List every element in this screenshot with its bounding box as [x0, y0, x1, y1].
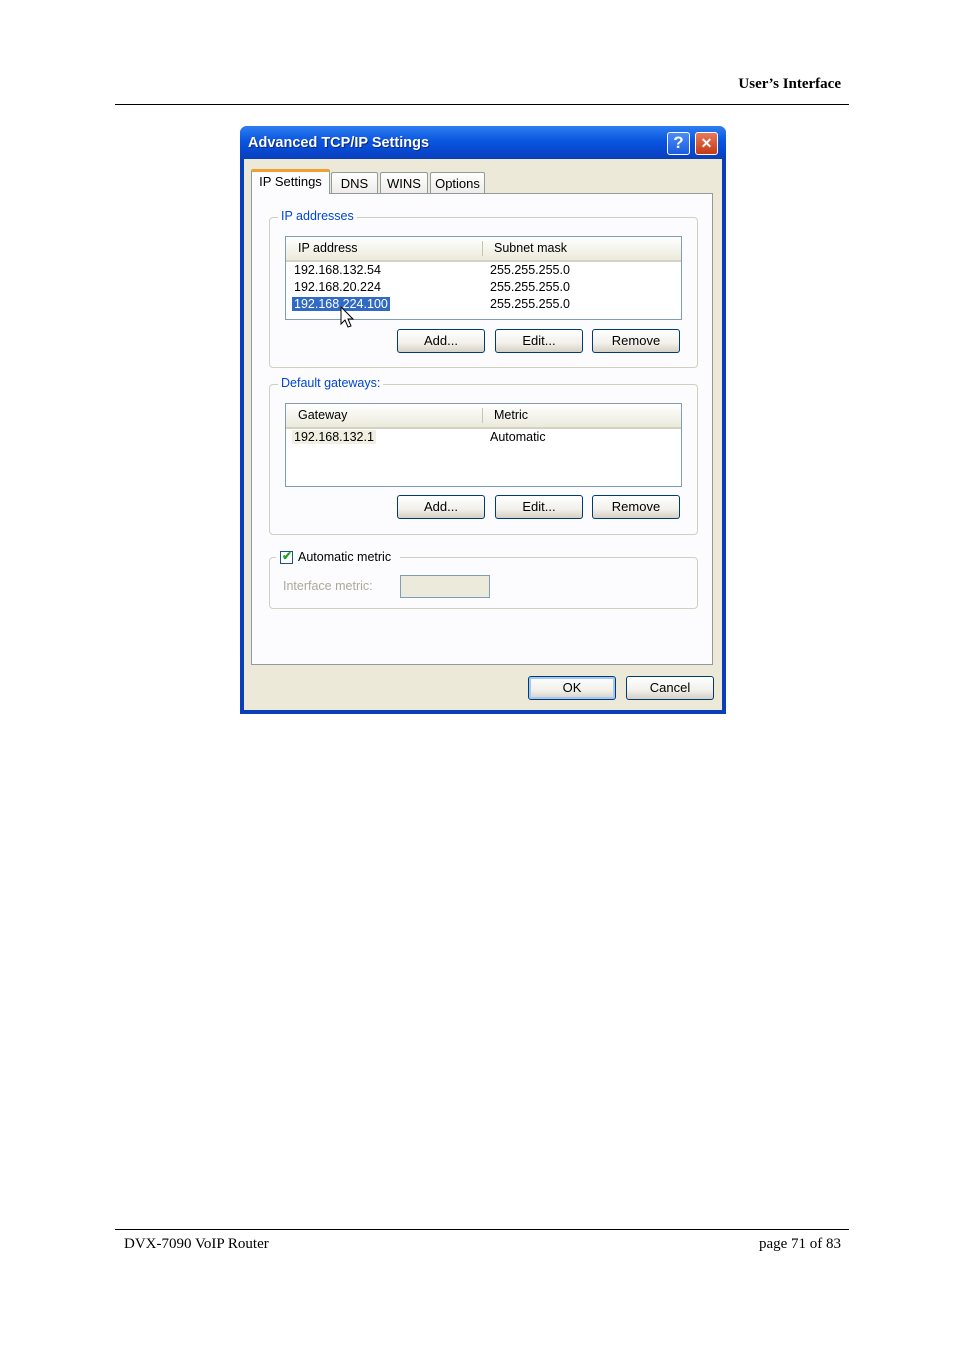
ip-row-2-mask[interactable]: 255.255.255.0 — [490, 280, 570, 294]
gateway-row-1-gateway[interactable]: 192.168.132.1 — [292, 430, 376, 444]
gateway-list-header: Gateway Metric — [286, 404, 681, 429]
column-metric[interactable]: Metric — [494, 408, 528, 422]
ip-add-button[interactable]: Add... — [397, 329, 485, 353]
ok-button[interactable]: OK — [528, 676, 616, 700]
column-subnet-mask[interactable]: Subnet mask — [494, 241, 567, 255]
column-divider[interactable] — [482, 241, 483, 256]
gateway-row-1-metric[interactable]: Automatic — [490, 430, 546, 444]
title-bar[interactable]: Advanced TCP/IP Settings ? ✕ — [240, 126, 726, 159]
interface-metric-label: Interface metric: — [283, 579, 373, 593]
tab-label: WINS — [387, 176, 421, 191]
ip-row-2-ip[interactable]: 192.168.20.224 — [294, 280, 381, 294]
interface-metric-field[interactable] — [400, 575, 490, 598]
footer-page-number: page 71 of 83 — [758, 1236, 841, 1252]
tab-dns[interactable]: DNS — [331, 172, 378, 194]
ip-row-1-ip[interactable]: 192.168.132.54 — [294, 263, 381, 277]
tab-options[interactable]: Options — [430, 172, 485, 194]
close-button[interactable]: ✕ — [695, 132, 718, 155]
tab-ip-settings[interactable]: IP Settings — [251, 169, 330, 194]
cancel-button[interactable]: Cancel — [626, 676, 714, 700]
help-button[interactable]: ? — [667, 132, 690, 155]
automatic-metric-label[interactable]: Automatic metric — [298, 550, 391, 564]
column-ip-address[interactable]: IP address — [298, 241, 358, 255]
checkmark-icon: ✔ — [282, 549, 293, 563]
page-header-title: User’s Interface — [738, 76, 841, 92]
ip-remove-button[interactable]: Remove — [592, 329, 680, 353]
column-gateway[interactable]: Gateway — [298, 408, 347, 422]
help-icon: ? — [673, 133, 684, 152]
ip-row-3-mask[interactable]: 255.255.255.0 — [490, 297, 570, 311]
gateway-list[interactable]: Gateway Metric 192.168.132.1 Automatic — [285, 403, 682, 487]
ip-list-header: IP address Subnet mask — [286, 237, 681, 262]
tab-label: Options — [435, 176, 480, 191]
default-gateways-legend: Default gateways: — [278, 376, 384, 390]
column-divider[interactable] — [482, 408, 483, 423]
mouse-pointer-icon — [340, 306, 355, 328]
automatic-metric-checkbox[interactable]: ✔ — [280, 549, 293, 564]
gateway-edit-button[interactable]: Edit... — [495, 495, 583, 519]
close-icon: ✕ — [700, 135, 713, 151]
page-header: User’s Interface — [115, 76, 849, 105]
ip-edit-button[interactable]: Edit... — [495, 329, 583, 353]
dialog-title: Advanced TCP/IP Settings — [248, 135, 430, 151]
tab-label: DNS — [340, 176, 369, 191]
gateway-add-button[interactable]: Add... — [397, 495, 485, 519]
ip-addresses-legend: IP addresses — [278, 209, 357, 223]
gateway-remove-button[interactable]: Remove — [592, 495, 680, 519]
ip-row-1-mask[interactable]: 255.255.255.0 — [490, 263, 570, 277]
tab-wins[interactable]: WINS — [380, 172, 428, 194]
tab-label: IP Settings — [259, 174, 322, 189]
footer-product: DVX-7090 VoIP Router — [124, 1236, 269, 1252]
page-footer: DVX-7090 VoIP Router page 71 of 83 — [115, 1229, 849, 1252]
